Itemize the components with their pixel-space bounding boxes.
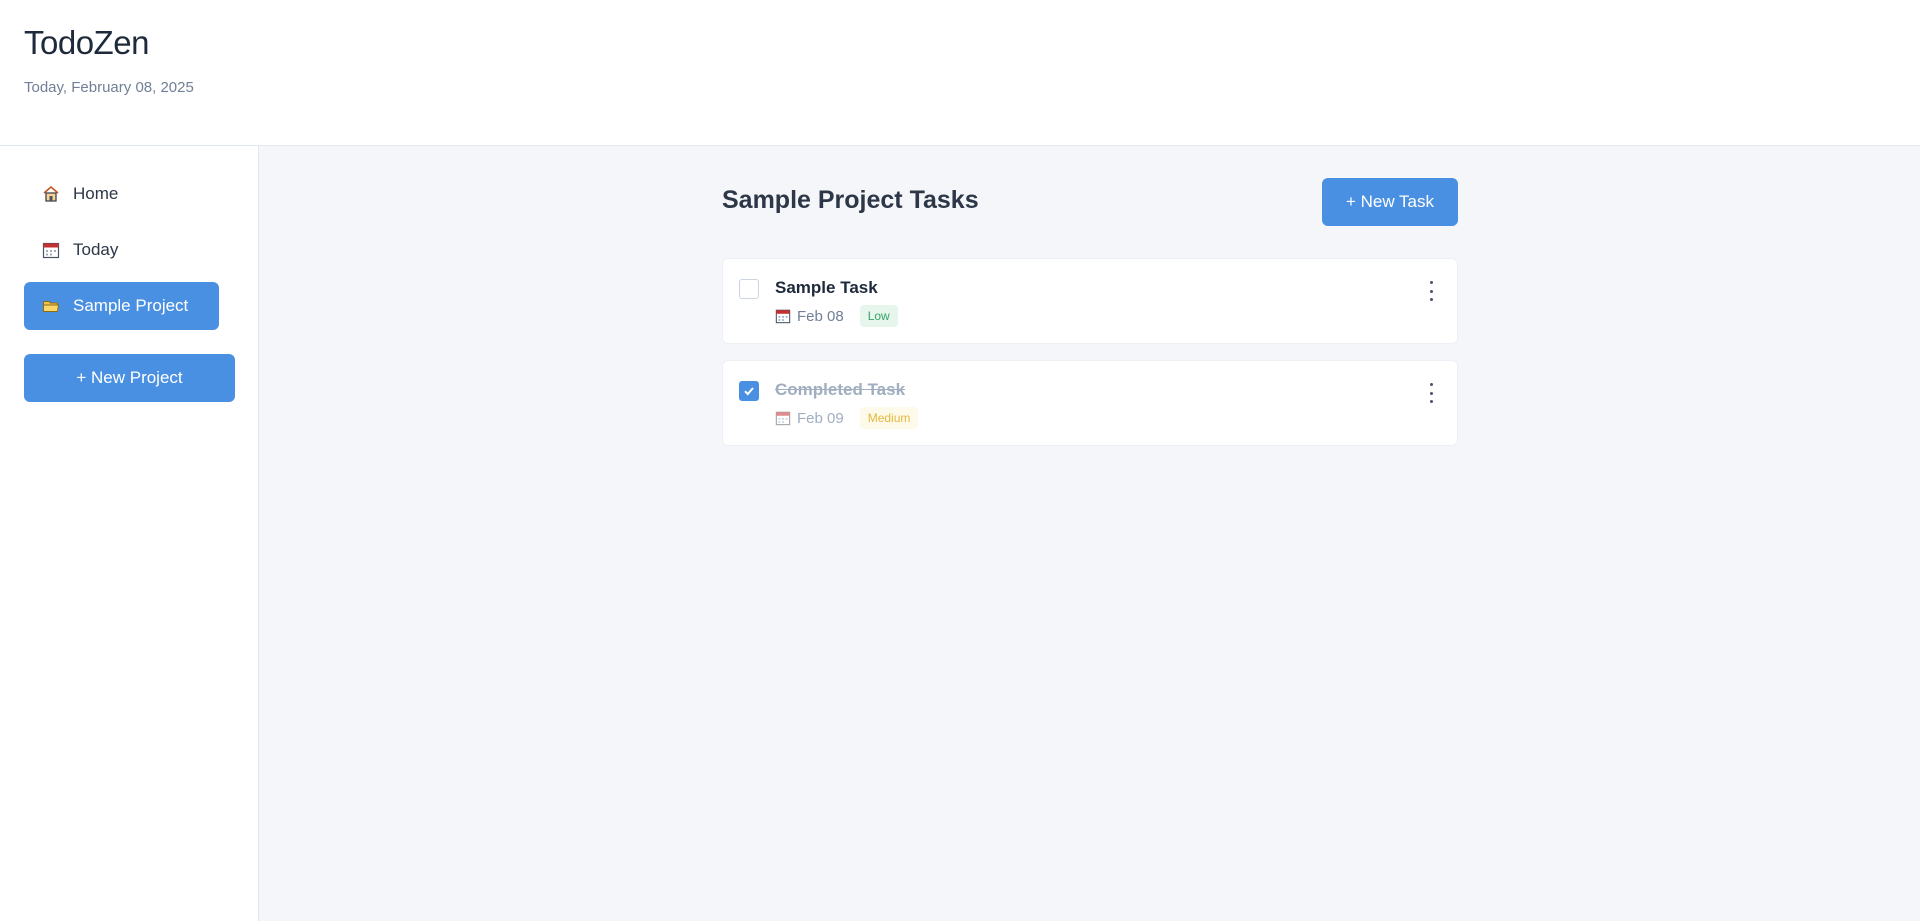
priority-badge: Low [859, 305, 898, 327]
calendar-icon [775, 410, 791, 426]
task-card: Completed Task Feb 09 Medium [722, 360, 1458, 446]
calendar-icon [41, 241, 60, 260]
task-due-date: Feb 08 [797, 307, 844, 325]
sidebar-item-home[interactable]: Home [24, 170, 219, 218]
app-title: TodoZen [24, 24, 149, 61]
sidebar-item-label: Sample Project [73, 296, 189, 315]
task-due-date: Feb 09 [797, 409, 844, 427]
task-title[interactable]: Completed Task [775, 380, 905, 400]
sidebar-item-label: Today [73, 240, 119, 259]
home-icon [41, 185, 60, 204]
sidebar-item-label: Home [73, 184, 119, 203]
task-checkbox[interactable] [739, 279, 759, 299]
checkmark-icon [744, 387, 754, 396]
folder-icon [41, 297, 60, 316]
task-checkbox[interactable] [739, 381, 759, 401]
current-date: Today, February 08, 2025 [24, 79, 194, 96]
more-options-icon[interactable] [1423, 383, 1439, 403]
task-meta: Feb 08 Low [775, 303, 898, 329]
new-project-button[interactable]: + New Project [24, 354, 235, 402]
priority-badge: Medium [859, 407, 919, 429]
page-title: Sample Project Tasks [722, 186, 979, 214]
task-card: Sample Task Feb 08 Low [722, 258, 1458, 344]
task-title[interactable]: Sample Task [775, 278, 878, 298]
task-meta: Feb 09 Medium [775, 405, 919, 431]
new-task-button[interactable]: + New Task [1322, 178, 1458, 226]
app-header: TodoZen Today, February 08, 2025 [0, 0, 1920, 146]
sidebar: Home Today Sample Project + New Project [0, 146, 259, 921]
sidebar-item-sample-project[interactable]: Sample Project [24, 282, 219, 330]
more-options-icon[interactable] [1423, 281, 1439, 301]
calendar-icon [775, 308, 791, 324]
sidebar-item-today[interactable]: Today [24, 226, 219, 274]
